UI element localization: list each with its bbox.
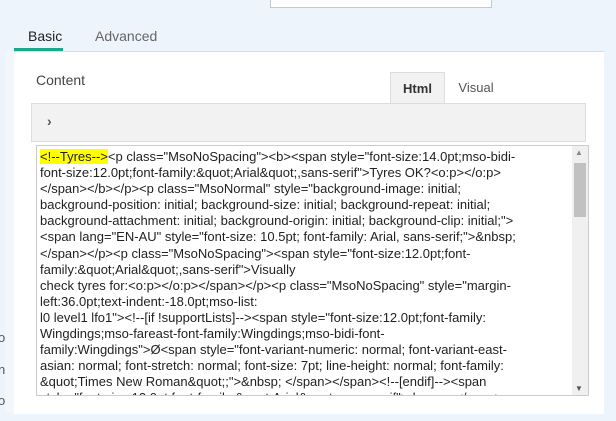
left-strip	[6, 51, 14, 413]
editor-toolbar: ›	[31, 103, 586, 142]
scrollbar[interactable]: ▲ ▼	[572, 146, 588, 395]
code-line: style="font-size:12.0pt;font-family:&quo…	[40, 390, 516, 395]
highlighted-comment: <!--Tyres-->	[40, 149, 108, 164]
content-label: Content	[36, 72, 86, 88]
chevron-right-icon[interactable]: ›	[47, 113, 52, 129]
code-line: <span lang="EN-AU" style="font-size: 10.…	[40, 229, 516, 245]
tab-html[interactable]: Html	[390, 72, 445, 104]
scrollbar-thumb[interactable]	[574, 163, 586, 217]
code-line: family:&quot;Arial&quot;,sans-serif">Vis…	[40, 261, 296, 277]
code-line: family:Wingdings">Ø<span style="font-var…	[40, 342, 507, 358]
scroll-up-icon[interactable]: ▲	[575, 148, 583, 157]
code-line: check tyres for:<o:p></o:p></span></p><p…	[40, 277, 511, 293]
code-line: background-attachment: initial; backgrou…	[40, 213, 514, 229]
code-line: asian: normal; font-stretch: normal; fon…	[40, 358, 504, 374]
tab-visual[interactable]: Visual	[446, 72, 506, 103]
code-line: &quot;Times New Roman&quot;;">&nbsp; </s…	[40, 374, 487, 390]
code-line: </span></b></p><p class="MsoNormal" styl…	[40, 181, 462, 197]
tab-basic[interactable]: Basic	[28, 26, 62, 46]
code-line: </span></p><p class="MsoNoSpacing"><span…	[40, 245, 471, 261]
code-line: <p class="MsoNoSpacing"><b><span style="…	[107, 149, 516, 164]
code-line: l0 level1 lfo1"><!--[if !supportLists]--…	[40, 309, 487, 325]
scroll-down-icon[interactable]: ▼	[575, 384, 583, 393]
code-line: font-size:12.0pt;font-family:&quot;Arial…	[40, 165, 501, 181]
tab-advanced[interactable]: Advanced	[95, 26, 157, 46]
html-source-text: <!--Tyres--><p class="MsoNoSpacing"><b><…	[40, 149, 516, 395]
code-line: background-position: initial; background…	[40, 197, 491, 213]
code-line: Wingdings;mso-fareast-font-family:Wingdi…	[40, 326, 385, 342]
top-text-input[interactable]	[270, 0, 492, 8]
html-source-editor[interactable]: <!--Tyres--><p class="MsoNoSpacing"><b><…	[36, 145, 589, 396]
code-line: left:36.0pt;text-indent:-18.0pt;mso-list…	[40, 293, 258, 309]
left-text-fragment: n	[0, 362, 6, 377]
